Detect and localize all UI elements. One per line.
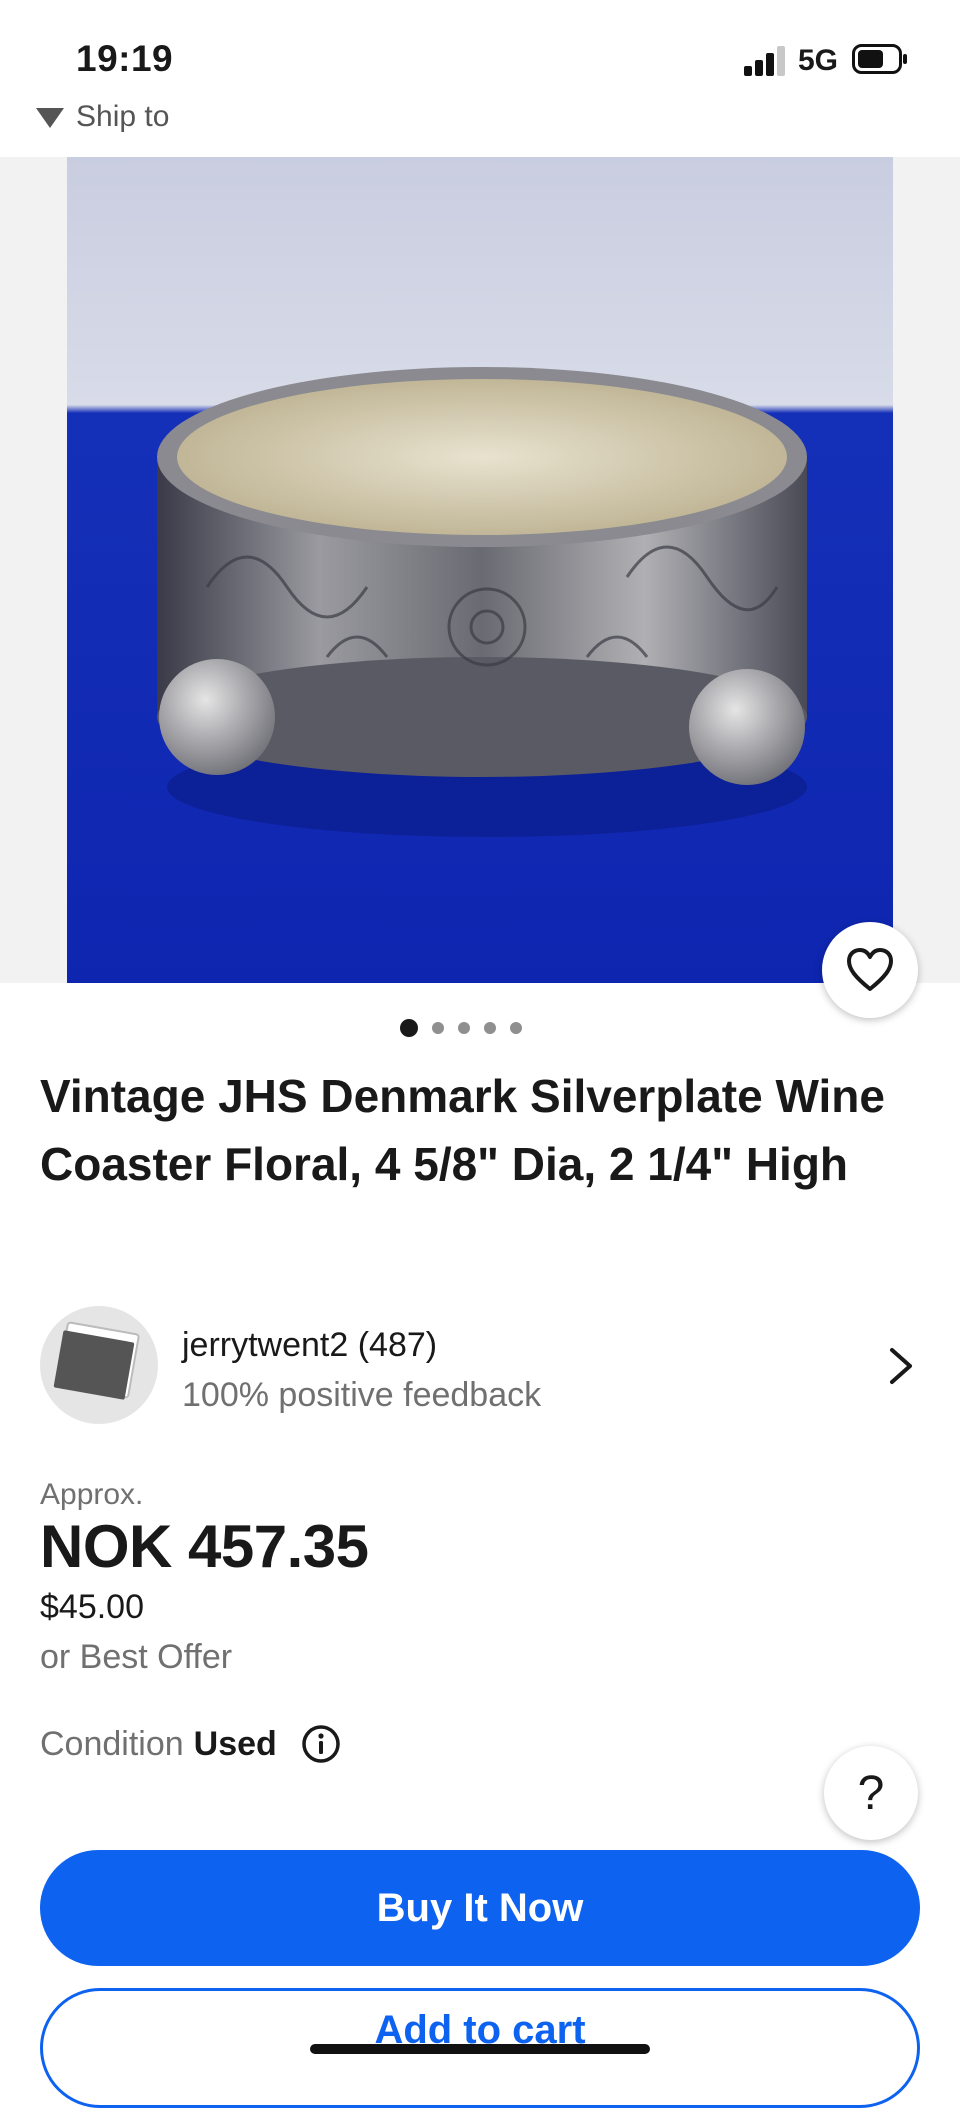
best-offer-text: or Best Offer	[40, 1638, 233, 1676]
chevron-right-icon[interactable]	[886, 1346, 916, 1386]
approx-label: Approx.	[40, 1478, 144, 1511]
help-button[interactable]: ?	[824, 1746, 918, 1840]
carousel-indicator	[400, 1018, 522, 1038]
watch-button[interactable]	[822, 922, 918, 1018]
carousel-dot[interactable]	[510, 1022, 522, 1034]
carousel-dot[interactable]	[432, 1022, 444, 1034]
condition-value: Used	[193, 1724, 277, 1763]
condition-label: Condition	[40, 1724, 184, 1763]
seller-name[interactable]: jerrytwent2 (487)	[182, 1326, 437, 1365]
condition-row: Condition Used	[40, 1724, 341, 1764]
status-time: 19:19	[76, 38, 174, 79]
seller-info-row[interactable]: jerrytwent2 (487) 100% positive feedback	[40, 1306, 920, 1426]
ship-to-selector[interactable]: Ship to	[36, 100, 169, 140]
home-indicator	[310, 2044, 650, 2054]
seller-feedback: 100% positive feedback	[182, 1376, 542, 1414]
buy-it-now-button[interactable]: Buy It Now	[40, 1850, 920, 1966]
listing-title: Vintage JHS Denmark Silverplate Wine Coa…	[40, 1070, 885, 1190]
carousel-dot[interactable]	[458, 1022, 470, 1034]
carousel-dot[interactable]	[484, 1022, 496, 1034]
cellular-signal-icon	[744, 46, 785, 76]
battery-icon	[852, 44, 907, 74]
product-photo[interactable]	[67, 157, 893, 983]
help-label: ?	[857, 1766, 885, 1820]
info-icon[interactable]	[301, 1724, 341, 1764]
converted-price: NOK 457.35	[40, 1513, 369, 1580]
original-price: $45.00	[40, 1588, 144, 1626]
seller-avatar	[40, 1306, 158, 1424]
heart-icon	[847, 948, 893, 991]
network-type: 5G	[798, 44, 839, 77]
silver-coaster-image	[67, 157, 893, 983]
carousel-dot[interactable]	[400, 1019, 418, 1037]
caret-down-icon	[36, 108, 64, 129]
image-gallery[interactable]	[0, 157, 960, 983]
photo-placeholder-icon	[53, 1321, 140, 1400]
ship-to-label: Ship to	[76, 100, 170, 133]
